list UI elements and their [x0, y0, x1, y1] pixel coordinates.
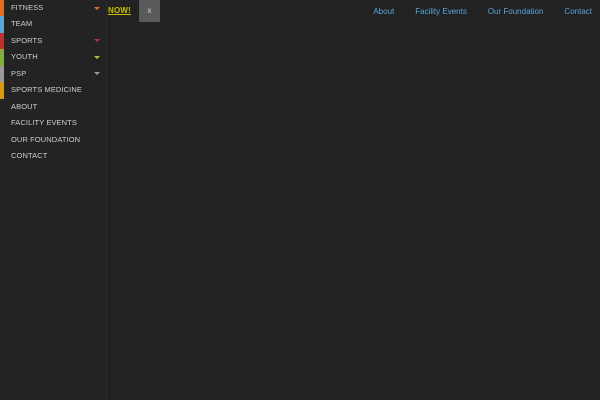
- menu-item-label: CONTACT: [11, 151, 48, 160]
- menu-item-our-foundation[interactable]: OUR FOUNDATION: [0, 132, 106, 149]
- sports-color-stripe: [0, 32, 4, 49]
- chevron-down-icon[interactable]: [94, 6, 100, 10]
- nav-link-our-foundation[interactable]: Our Foundation: [488, 7, 544, 16]
- menu-item-label: PSP: [11, 68, 27, 78]
- nav-link-about[interactable]: About: [373, 7, 394, 16]
- menu-item-contact[interactable]: CONTACT: [0, 148, 106, 165]
- top-navigation: About Facility Events Our Foundation Con…: [352, 7, 592, 16]
- menu-item-about[interactable]: ABOUT: [0, 99, 106, 116]
- chevron-down-icon[interactable]: [94, 39, 100, 42]
- menu-item-label: ABOUT: [11, 101, 38, 111]
- menu-item-psp[interactable]: PSP: [0, 65, 106, 82]
- chevron-down-icon[interactable]: [94, 55, 100, 59]
- menu-item-label: SPORTS: [11, 35, 43, 45]
- menu-item-team[interactable]: TEAM: [0, 16, 106, 33]
- menu-item-fitness[interactable]: FITNESS: [0, 0, 106, 16]
- team-color-stripe: [0, 16, 4, 33]
- promo-cta-link[interactable]: NOW!: [108, 6, 131, 15]
- menu-item-label: FACILITY EVENTS: [11, 118, 77, 127]
- menu-item-label: YOUTH: [11, 52, 38, 61]
- menu-item-sports-medicine[interactable]: SPORTS MEDICINE: [0, 82, 106, 99]
- nav-link-contact[interactable]: Contact: [564, 7, 592, 16]
- side-drawer-menu: FITNESS TEAM SPORTS YOUTH PSP SPORTS MED…: [0, 0, 107, 400]
- menu-item-label: OUR FOUNDATION: [11, 134, 81, 144]
- menu-item-sports[interactable]: SPORTS: [0, 32, 106, 49]
- close-icon: x: [147, 6, 152, 15]
- menu-item-label: TEAM: [11, 19, 33, 28]
- close-promo-button[interactable]: x: [139, 0, 160, 22]
- menu-item-youth[interactable]: YOUTH: [0, 49, 106, 66]
- menu-item-facility-events[interactable]: FACILITY EVENTS: [0, 115, 106, 132]
- youth-color-stripe: [0, 49, 4, 66]
- psp-color-stripe: [0, 65, 4, 82]
- chevron-down-icon[interactable]: [94, 72, 100, 75]
- page: FITNESS TEAM SPORTS YOUTH PSP SPORTS MED…: [0, 0, 600, 400]
- nav-link-facility-events[interactable]: Facility Events: [415, 7, 467, 16]
- menu-item-label: SPORTS MEDICINE: [11, 85, 82, 94]
- fitness-color-stripe: [0, 0, 4, 16]
- sports-medicine-color-stripe: [0, 82, 4, 99]
- menu-item-label: FITNESS: [11, 3, 44, 12]
